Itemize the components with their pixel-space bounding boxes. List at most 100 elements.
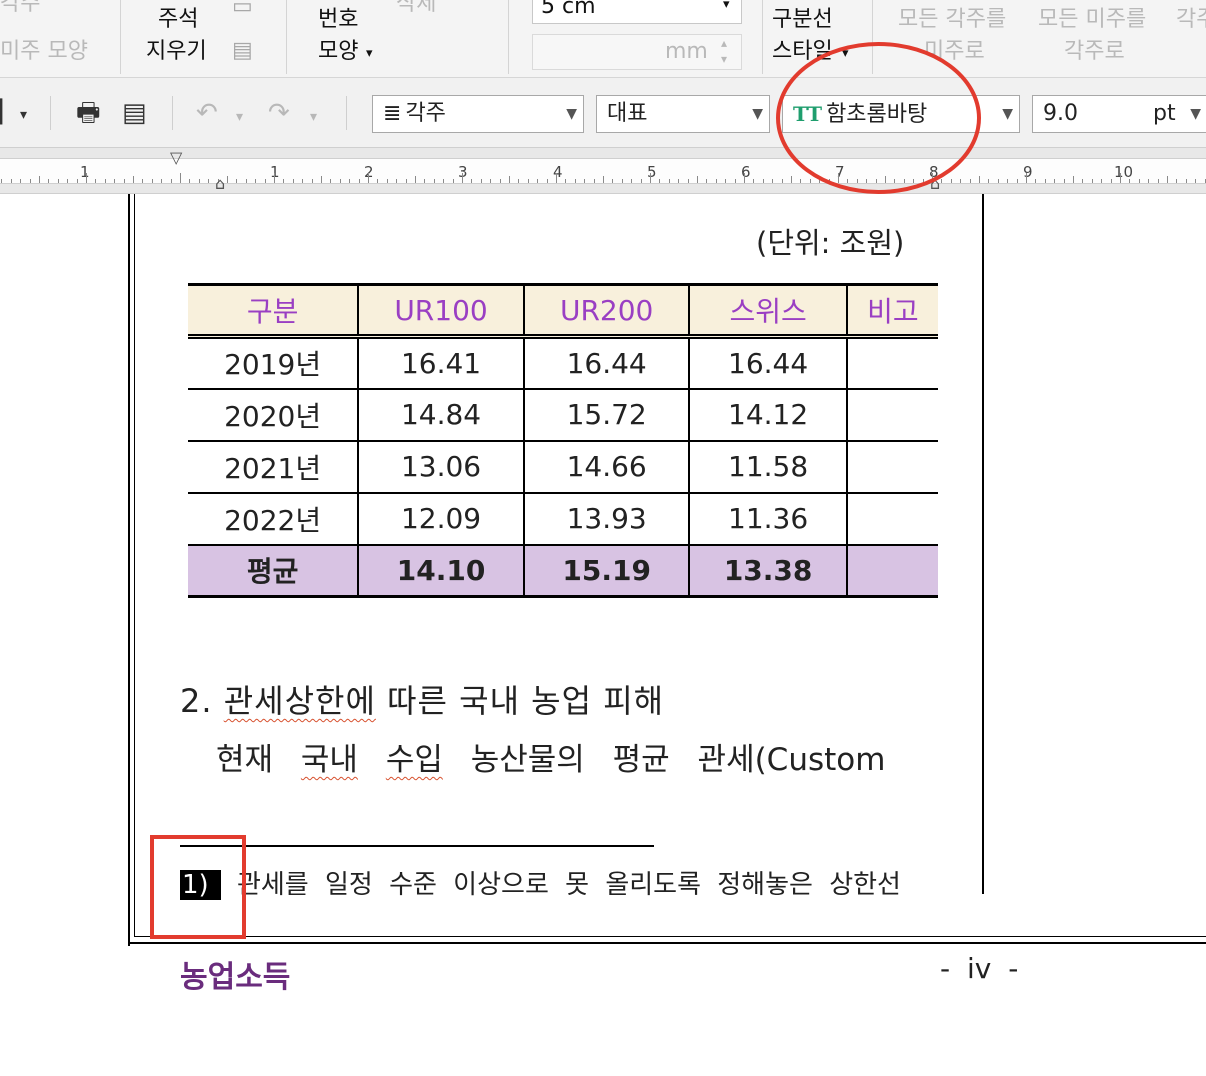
number-shape-label-2: 모양	[318, 39, 359, 64]
ruler-tick	[499, 179, 501, 183]
ruler-label: 5	[647, 163, 657, 181]
ruler-tick	[791, 176, 792, 183]
print-preview-icon[interactable]: ▤	[122, 98, 147, 128]
ruler-tick	[518, 179, 520, 183]
chevron-down-icon: ▾	[723, 0, 730, 12]
ruler-tick	[1007, 179, 1009, 183]
table-cell: 14.66	[522, 440, 691, 494]
ruler-tick	[1073, 176, 1074, 183]
delete-note-label-2: 지우기	[146, 39, 207, 64]
ribbon-delete-label[interactable]: 삭제	[396, 0, 436, 18]
ruler-tick	[1176, 179, 1178, 183]
table-cell: 14.84	[357, 388, 525, 442]
note-copy-icon[interactable]: ▤	[232, 38, 253, 63]
ruler-tick	[565, 179, 567, 183]
ruler[interactable]: 1 1 2 3 4 5 6 7 8 9 10 ▽ ⌂ ⌂	[0, 148, 1206, 194]
footnote-separator	[180, 845, 654, 847]
ruler-label: 4	[553, 163, 563, 181]
category-combo[interactable]: 대표 ▼	[596, 95, 770, 133]
ruler-tick	[781, 179, 783, 183]
left-indent-marker[interactable]: ⌂	[215, 174, 225, 193]
ruler-tick	[1195, 179, 1197, 183]
undo-icon[interactable]: ↶	[196, 98, 218, 128]
ruler-tick	[546, 179, 548, 183]
table-header: UR100	[357, 284, 525, 339]
chevron-down-icon[interactable]: ▾	[236, 102, 243, 132]
mm-input[interactable]: mm ▴ ▾	[532, 34, 742, 70]
ruler-tick	[556, 173, 557, 183]
ruler-tick	[640, 179, 642, 183]
footer-title: 농업소득	[180, 960, 291, 995]
table-header: 스위스	[688, 284, 848, 339]
chevron-down-icon[interactable]: ▾	[20, 100, 27, 130]
ruler-tick	[603, 176, 604, 183]
ruler-tick	[189, 179, 191, 183]
first-line-indent-marker[interactable]: ▽	[170, 148, 182, 167]
ruler-tick	[687, 179, 689, 183]
ruler-tick	[1082, 179, 1084, 183]
ruler-tick	[772, 179, 774, 183]
number-shape-label-1: 번호	[318, 7, 359, 32]
ruler-tick	[114, 179, 116, 183]
data-table: 구분 UR100 UR200 스위스 비고 2019년 16.41 16.44 …	[188, 283, 938, 598]
table-cell	[845, 544, 938, 598]
ruler-tick	[490, 179, 492, 183]
ruler-tick	[67, 179, 69, 183]
ruler-label: 1	[80, 163, 90, 181]
table-cell	[845, 388, 938, 442]
size-input[interactable]: 5 cm ▾	[532, 0, 742, 24]
ruler-tick	[405, 179, 407, 183]
redo-icon[interactable]: ↷	[268, 98, 290, 128]
ruler-tick	[443, 179, 445, 183]
ruler-tick	[255, 179, 257, 183]
spin-up-icon[interactable]: ▴ ▾	[721, 35, 727, 67]
table-cell: 13.38	[688, 544, 848, 598]
section-heading-text: 따른 국내 농업 피해	[387, 682, 665, 720]
ribbon-footnote-right-label[interactable]: 각주	[1176, 6, 1206, 34]
ruler-tick	[39, 176, 40, 183]
all-endnotes-label-2: 각주로	[1064, 39, 1125, 64]
delete-note-label-1: 주석	[158, 7, 199, 32]
ruler-tick	[1204, 179, 1206, 183]
footnote[interactable]: 1) 관세를 일정 수준 이상으로 못 올리도록 정해놓은 상한선	[180, 864, 901, 901]
font-size-combo[interactable]: 9.0 pt ▼	[1032, 95, 1206, 133]
endnote-shape-button[interactable]: 미주 모양	[0, 38, 88, 66]
ruler-tick	[480, 179, 482, 183]
ruler-tick	[1063, 179, 1065, 183]
ruler-tick	[396, 179, 398, 183]
ribbon-divider	[286, 0, 287, 74]
ruler-tick	[133, 176, 134, 183]
ruler-tick	[358, 179, 360, 183]
font-size-unit: pt	[1153, 101, 1176, 126]
ruler-tick	[104, 179, 106, 183]
ruler-tick	[1185, 179, 1187, 183]
table-cell: 16.44	[688, 336, 848, 390]
toolbar-partial-icon[interactable]: ▍	[0, 98, 13, 128]
size-input-value: 5 cm	[541, 0, 596, 19]
divider-style-label-1: 구분선	[772, 7, 833, 32]
ruler-tick	[715, 179, 717, 183]
document-page[interactable]: (단위: 조원) 구분 UR100 UR200 스위스 비고 2019년 16.…	[0, 194, 1206, 1076]
ruler-tick	[161, 179, 163, 183]
chevron-down-icon[interactable]: ▾	[310, 102, 317, 132]
ruler-tick	[20, 179, 22, 183]
print-icon[interactable]: 🖶	[76, 98, 101, 128]
text-area-border-right	[982, 194, 984, 894]
ruler-tick	[76, 179, 78, 183]
table-cell: 11.58	[688, 440, 848, 494]
all-footnotes-label-1: 모든 각주를	[898, 7, 1007, 32]
note-next-icon[interactable]: ▭	[232, 0, 253, 19]
ruler-tick	[1148, 179, 1150, 183]
ruler-tick	[386, 179, 388, 183]
ruler-tick	[509, 176, 510, 183]
ruler-tick	[245, 179, 247, 183]
style-combo[interactable]: ≣ 각주 ▼	[372, 95, 584, 133]
highlight-box-annotation	[150, 835, 246, 939]
ribbon-footnote-label[interactable]: 각주	[0, 0, 40, 18]
ruler-tick	[1044, 179, 1046, 183]
table-cell: 14.10	[357, 544, 525, 598]
ruler-tick	[170, 179, 172, 183]
table-cell: 16.41	[357, 336, 525, 390]
ruler-tick	[1110, 179, 1112, 183]
ruler-tick	[471, 179, 473, 183]
